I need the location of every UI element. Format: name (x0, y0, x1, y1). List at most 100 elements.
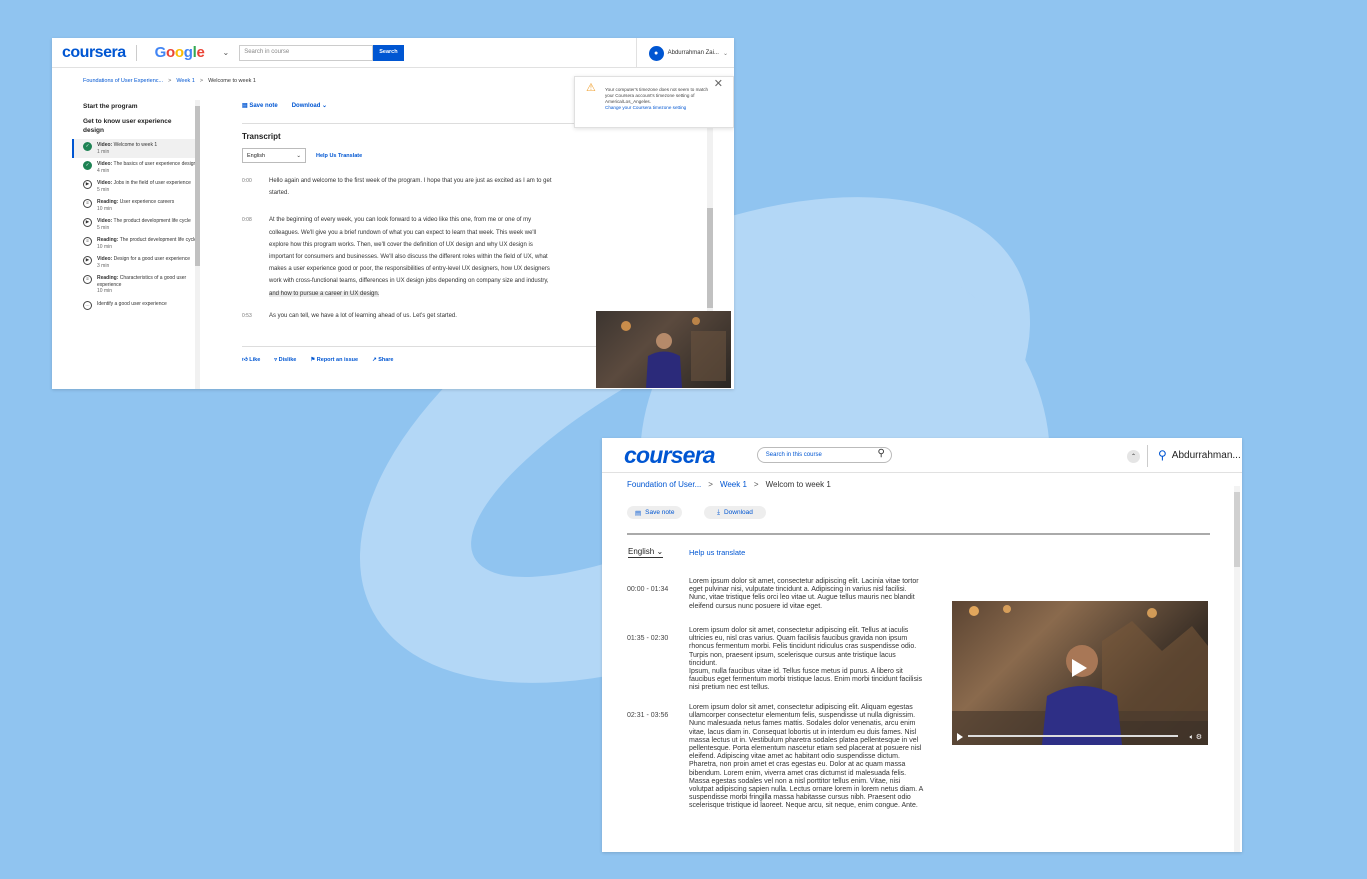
sidebar-item-text: Video: Jobs in the field of user experie… (97, 180, 191, 193)
chevron-down-icon: ⌄ (296, 153, 301, 159)
google-logo: Google (154, 44, 205, 61)
transcript-segment: 0:00 Hello again and welcome to the first… (242, 175, 712, 199)
sidebar-item[interactable]: ≡ Reading: User experience careers 10 min (72, 196, 200, 215)
warning-icon: ⚠ (586, 82, 596, 94)
top-bar: coursera Google ⌄ Search in course Searc… (52, 38, 734, 68)
user-name: Abdurrahman... (1171, 449, 1241, 461)
divider (1147, 445, 1148, 467)
breadcrumb-course[interactable]: Foundation of User... (627, 480, 701, 489)
settings-icon[interactable]: 🔈︎ ⚙ (1190, 733, 1202, 742)
breadcrumb-current: Welcom to week 1 (765, 480, 831, 489)
help-translate-link[interactable]: Help us translate (689, 548, 745, 557)
timezone-link[interactable]: Change your Coursera timezone setting (605, 105, 713, 111)
feedback-bar: 👍︎ Like ▿ Dislike ⚑ Report an issue ↗ Sh… (242, 357, 394, 363)
search-icon[interactable]: ⚲ (877, 448, 884, 459)
reading-icon: ≡ (83, 275, 92, 284)
seek-bar[interactable] (968, 735, 1178, 737)
note-icon: ▤ (635, 509, 642, 517)
sidebar-item[interactable]: … Identify a good user experience (72, 298, 200, 313)
chevron-down-icon[interactable]: ⌄ (223, 48, 230, 57)
flag-icon: ⚑ (310, 357, 316, 363)
play-button[interactable] (957, 733, 963, 741)
transcript-text: Lorem ipsum dolor sit amet, consectetur … (689, 578, 919, 610)
download-button[interactable]: Download ⌄ (292, 102, 327, 109)
avatar: ● (648, 45, 664, 61)
coursera-logo[interactable]: coursera (624, 442, 716, 469)
timestamp[interactable]: 0:53 (242, 310, 269, 322)
chevron-down-icon: ⌄ (656, 547, 664, 556)
play-circle-icon: ▶ (83, 256, 92, 265)
help-translate-link[interactable]: Help Us Translate (316, 153, 362, 159)
transcript-segment: 0:08 At the beginning of every week, you … (242, 214, 712, 299)
breadcrumb-week[interactable]: Week 1 (176, 78, 195, 84)
transcript-segment: 02:31 - 03:56 Lorem ipsum dolor sit amet… (627, 704, 924, 811)
sidebar-item-text: Reading: Characteristics of a good user … (97, 275, 187, 294)
coursera-logo[interactable]: coursera (62, 44, 126, 62)
sidebar-scrollbar[interactable] (195, 100, 200, 389)
transcript-text: Hello again and welcome to the first wee… (269, 178, 552, 197)
thumbs-up-icon: 👍︎ (242, 357, 248, 363)
timestamp[interactable]: 0:00 (242, 175, 269, 199)
user-menu[interactable]: ● Abdurrahman Zai... ⌄ (635, 38, 734, 68)
breadcrumb-course[interactable]: Foundations of User Experienc... (83, 78, 163, 84)
timestamp[interactable]: 0:08 (242, 214, 269, 299)
like-button[interactable]: 👍︎ Like (242, 357, 260, 363)
sidebar-item[interactable]: ▶ Video: Jobs in the field of user experi… (72, 177, 200, 196)
video-player[interactable]: 🔈︎ ⚙ (952, 601, 1208, 745)
dislike-button[interactable]: ▿ Dislike (274, 357, 296, 363)
search-button[interactable]: Search (373, 44, 404, 61)
save-note-button[interactable]: ▤ Save note (627, 506, 683, 519)
logo-divider (135, 44, 137, 61)
breadcrumb: Foundations of User Experienc... > Week … (83, 78, 256, 84)
timestamp[interactable]: 01:35 - 02:30 (627, 627, 689, 693)
transcript-text: Lorem ipsum dolor sit amet, consectetur … (689, 704, 923, 810)
sidebar-item[interactable]: ✓ Video: Welcome to week 11 min (72, 139, 200, 158)
sidebar-item-text: Identify a good user experience (97, 300, 167, 307)
reading-icon: ≡ (83, 199, 92, 208)
content-scrollbar[interactable] (707, 128, 713, 313)
language-select[interactable]: English ⌄ (242, 148, 306, 163)
play-circle-icon: ▶ (83, 180, 92, 189)
share-button[interactable]: ↗ Share (372, 357, 393, 363)
close-icon[interactable]: ✕ (714, 79, 723, 90)
content-scrollbar[interactable] (1234, 486, 1240, 852)
play-icon[interactable] (1072, 659, 1087, 677)
timezone-notice: ⚠ ✕ Your computer's timezone does not se… (574, 76, 734, 128)
sidebar-item[interactable]: ▶ Video: Design for a good user experienc… (72, 253, 200, 272)
search-input[interactable]: Search in this course ⚲ (756, 447, 892, 463)
save-note-button[interactable]: ▤ Save note (242, 102, 278, 109)
divider (627, 533, 1210, 535)
breadcrumb: Foundation of User... > Week 1 > Welcom … (627, 480, 831, 489)
window-original: coursera Google ⌄ Search in course Searc… (52, 38, 734, 389)
reading-icon: ≡ (83, 237, 92, 246)
check-icon: ✓ (83, 161, 92, 170)
sidebar-item[interactable]: ≡ Reading: Characteristics of a good user… (72, 272, 200, 298)
sidebar-item[interactable]: ▶ Video: The product development life cyc… (72, 215, 200, 234)
chevron-right-icon: > (753, 480, 759, 489)
chevron-right-icon: > (708, 480, 713, 489)
timestamp[interactable]: 00:00 - 01:34 (627, 578, 689, 611)
share-icon: ↗ (372, 357, 377, 363)
timestamp[interactable]: 02:31 - 03:56 (627, 704, 689, 811)
sidebar-item[interactable]: ≡ Reading: The product development life c… (72, 234, 200, 253)
check-icon: ✓ (83, 142, 92, 151)
report-issue-button[interactable]: ⚑ Report an issue (310, 357, 358, 363)
user-menu[interactable]: ⚲ Abdurrahman... (1158, 448, 1241, 462)
note-icon: ▤ (242, 103, 248, 109)
search-input[interactable]: Search in course (239, 44, 374, 61)
breadcrumb-week[interactable]: Week 1 (720, 480, 747, 489)
window-redesign: coursera Search in this course ⚲ ⌃ ⚲ Abd… (602, 438, 1242, 852)
video-player[interactable] (596, 311, 731, 388)
language-select[interactable]: English ⌄ (628, 547, 664, 558)
chevron-down-icon: ⌄ (722, 50, 728, 57)
play-circle-icon: ▶ (83, 218, 92, 227)
transcript-text: As you can tell, we have a lot of learni… (269, 312, 457, 319)
user-icon: ⚲ (1158, 448, 1167, 462)
download-button[interactable]: ⤓ Download (704, 506, 766, 519)
chevron-up-icon[interactable]: ⌃ (1127, 450, 1140, 463)
main-content: ▤ Save note Download ⌄ Transcript Englis… (242, 96, 712, 322)
thumbs-down-icon: ▿ (274, 357, 278, 363)
sidebar-item-text: Reading: User experience careers 10 min (97, 199, 175, 212)
sidebar-section: Get to know user experience design (83, 118, 172, 134)
sidebar-item[interactable]: ✓ Video: The basics of user experience de… (72, 158, 200, 177)
